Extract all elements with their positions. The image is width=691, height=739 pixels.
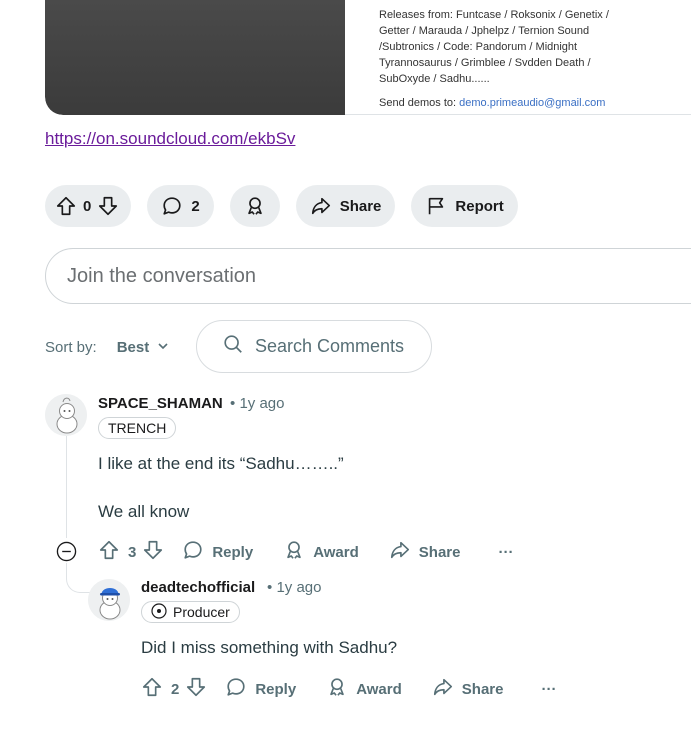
award-button[interactable] [229, 185, 280, 227]
comment-time: 1y ago [239, 395, 285, 412]
join-conversation-input[interactable]: Join the conversation [45, 248, 691, 304]
award-icon [283, 539, 305, 565]
award-icon [244, 195, 266, 217]
flag-icon [425, 195, 447, 217]
media-image-left [45, 0, 345, 115]
downvote-icon[interactable] [142, 539, 164, 565]
comment-action-bar: 3 Reply Award Share ··· [98, 539, 513, 565]
thread-line [66, 436, 67, 538]
comment-icon [161, 195, 183, 217]
share-label: Share [418, 543, 461, 561]
demo-label: Send demos to: [379, 97, 457, 109]
separator-dot: • [267, 579, 273, 596]
comment-meta: • 1y ago [230, 395, 284, 412]
media-document: Releases from: Funtcase / Roksonix / Gen… [345, 0, 691, 115]
sort-control: Sort by: Best [45, 339, 169, 356]
sort-dropdown[interactable]: Best [117, 339, 150, 356]
downvote-icon[interactable] [185, 676, 207, 702]
reply-label: Reply [212, 543, 254, 561]
upvote-icon[interactable] [55, 195, 77, 217]
flair-label: TRENCH [108, 420, 167, 436]
post-vote-count: 0 [83, 197, 92, 215]
comment-count: 2 [191, 197, 200, 215]
reply-button[interactable]: Reply [225, 676, 296, 702]
search-icon [222, 333, 244, 360]
share-icon [310, 195, 332, 217]
comment-icon [225, 676, 247, 702]
post-vote-group: 0 [45, 185, 132, 227]
search-comments-input[interactable]: Search Comments [196, 320, 432, 373]
share-icon [389, 539, 411, 565]
demo-line: Send demos to: demo.primeaudio@gmail.com [379, 95, 691, 111]
report-button[interactable]: Report [411, 185, 518, 227]
post-link[interactable]: https://on.soundcloud.com/ekbSv [45, 129, 295, 149]
comment-body-line: We all know [98, 502, 190, 521]
award-button[interactable]: Award [283, 539, 359, 565]
share-label: Share [339, 197, 382, 215]
user-flair: Producer [141, 601, 240, 623]
downvote-icon[interactable] [97, 195, 119, 217]
comment-time: 1y ago [276, 579, 322, 596]
share-button[interactable]: Share [295, 185, 396, 227]
search-placeholder: Search Comments [255, 336, 405, 356]
more-options-icon[interactable]: ··· [498, 544, 513, 561]
avatar[interactable] [45, 394, 87, 436]
upvote-icon[interactable] [98, 539, 120, 565]
comment-author[interactable]: SPACE_SHAMAN [98, 395, 223, 412]
post-action-bar: 0 2 Share Report [45, 185, 518, 227]
comment-vote-count: 2 [171, 680, 180, 698]
comment-body-line: I like at the end its “Sadhu……..” [98, 454, 344, 473]
chevron-down-icon[interactable] [157, 339, 169, 356]
comment-icon [182, 539, 204, 565]
media-preview[interactable]: Releases from: Funtcase / Roksonix / Gen… [45, 0, 691, 115]
comment-meta: • 1y ago [267, 579, 321, 596]
reply-connector [66, 563, 92, 593]
reply-label: Reply [255, 680, 297, 698]
more-options-icon[interactable]: ··· [541, 681, 556, 698]
award-label: Award [313, 543, 359, 561]
comment-vote-count: 3 [128, 543, 137, 561]
composer-placeholder: Join the conversation [67, 264, 257, 287]
reply-button[interactable]: Reply [182, 539, 253, 565]
report-label: Report [455, 197, 504, 215]
collapse-thread-icon[interactable] [56, 541, 77, 562]
share-label: Share [461, 680, 504, 698]
award-label: Award [356, 680, 402, 698]
comment-author[interactable]: deadtechofficial [141, 579, 255, 596]
award-icon [326, 676, 348, 702]
comment-body-line: Did I miss something with Sadhu? [141, 638, 398, 657]
upvote-icon[interactable] [141, 676, 163, 702]
vinyl-record-icon [151, 602, 167, 622]
share-icon [432, 676, 454, 702]
demo-email: demo.primeaudio@gmail.com [459, 97, 606, 109]
user-flair: TRENCH [98, 417, 177, 439]
avatar[interactable] [88, 579, 130, 621]
sort-label: Sort by: [45, 339, 97, 356]
award-button[interactable]: Award [326, 676, 402, 702]
comment-action-bar: 2 Reply Award Share ··· [141, 676, 556, 702]
share-button[interactable]: Share [432, 676, 504, 702]
share-button[interactable]: Share [389, 539, 461, 565]
comments-button[interactable]: 2 [147, 185, 214, 227]
flair-label: Producer [173, 604, 230, 620]
releases-text: Releases from: Funtcase / Roksonix / Gen… [379, 9, 609, 85]
separator-dot: • [230, 395, 236, 412]
